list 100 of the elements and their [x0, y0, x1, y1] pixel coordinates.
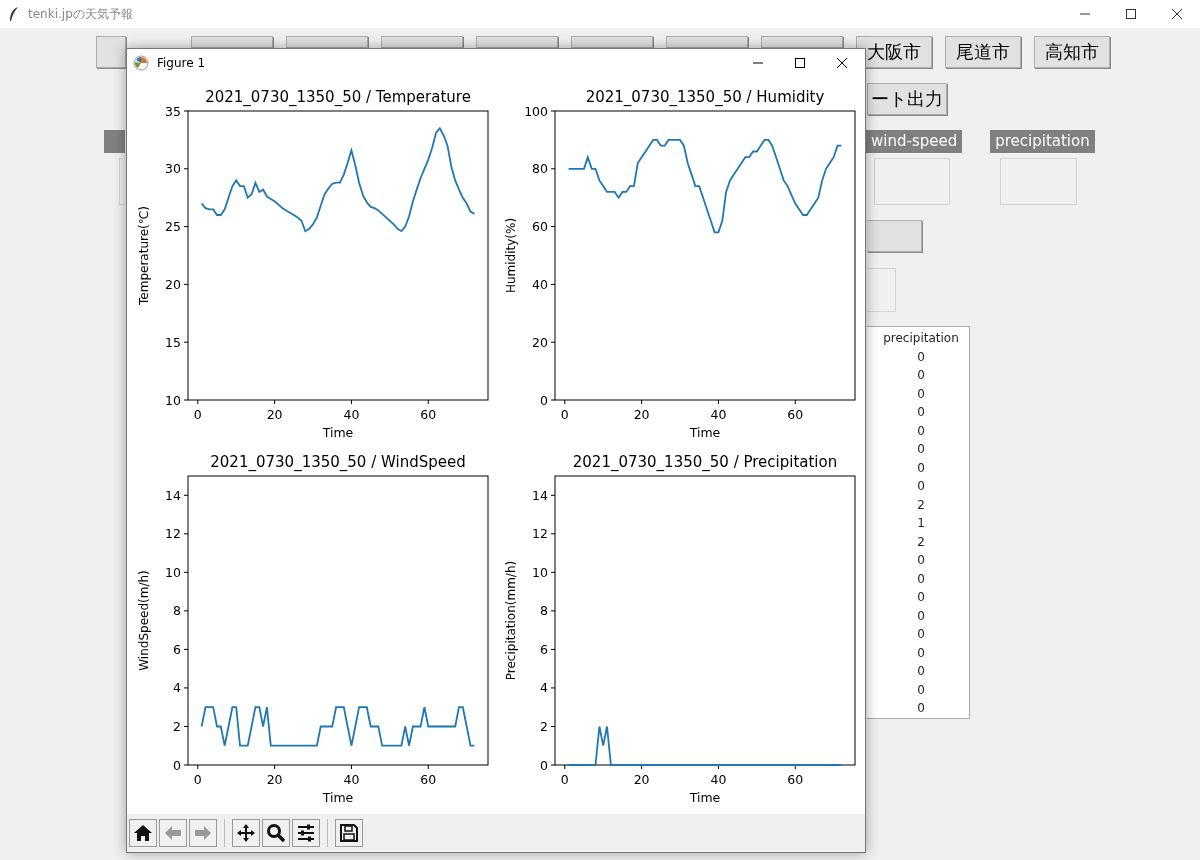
table-cell-text: 0	[916, 552, 926, 569]
save-button[interactable]	[335, 819, 363, 847]
input-field[interactable]	[119, 158, 125, 205]
tick-label: 0	[540, 757, 548, 773]
input-field[interactable]	[1000, 158, 1077, 205]
axis-label: WindSpeed(m/h)	[137, 570, 151, 671]
tick-label: 40	[343, 772, 360, 787]
table-cell-text: 0	[916, 404, 926, 421]
table-cell-text: 0	[916, 700, 926, 717]
tick-label: 15	[165, 334, 181, 350]
tick-label: 40	[710, 772, 727, 787]
city-button[interactable]: 高知市	[1034, 36, 1110, 68]
table-cell-text: 0	[916, 589, 926, 606]
pan-button[interactable]	[232, 819, 260, 847]
tick-label: 10	[165, 392, 181, 408]
feather-icon	[8, 6, 20, 22]
tick-label: 0	[193, 772, 202, 787]
table-cell-text: 0	[916, 385, 926, 403]
tick-label: 6	[173, 641, 181, 657]
tick-label: 0	[560, 772, 569, 787]
tick-label: 10	[532, 564, 548, 580]
search-icon	[266, 823, 286, 843]
axis-label: Time	[322, 425, 354, 440]
tick-label: 30	[165, 161, 181, 177]
maximize-icon[interactable]	[795, 57, 805, 68]
button[interactable]	[381, 36, 463, 48]
tick-label: 12	[165, 526, 181, 542]
move-icon	[236, 823, 256, 843]
tick-label: 0	[560, 407, 569, 422]
table-cell-text: 0	[916, 607, 926, 625]
button[interactable]	[761, 36, 843, 48]
field-label: wind-speed	[866, 130, 963, 153]
home-button[interactable]	[129, 819, 157, 847]
tick-label: 80	[532, 161, 548, 177]
tick-label: 100	[524, 103, 548, 119]
zoom-button[interactable]	[262, 819, 290, 847]
tick-label: 40	[710, 407, 727, 422]
tick-label: 8	[540, 603, 548, 619]
table-cell-text: 2	[916, 533, 926, 551]
close-icon[interactable]	[1172, 9, 1182, 19]
table-cell-text: 0	[916, 626, 926, 643]
home-icon	[133, 823, 153, 843]
tick-label: 8	[173, 603, 181, 619]
table-cell-text: 0	[916, 459, 926, 477]
tick-label: 14	[165, 487, 181, 503]
button[interactable]	[286, 36, 368, 48]
city-button[interactable]: 大阪市	[856, 36, 932, 68]
window-title: Figure 1	[157, 54, 206, 72]
table-cell-text: 0	[916, 663, 926, 680]
table-cell-text: 0	[916, 367, 926, 384]
figure-icon	[133, 54, 149, 71]
table-cell-text: 0	[916, 348, 926, 366]
tick-label: 40	[532, 276, 548, 292]
configure-button[interactable]	[292, 819, 320, 847]
tick-label: 20	[532, 334, 548, 350]
input-field[interactable]	[867, 268, 896, 312]
table-cell-text: 0	[916, 422, 926, 440]
close-icon[interactable]	[837, 57, 847, 68]
chart-title: 2021_0730_1350_50 / Temperature	[205, 88, 471, 106]
tick-label: 60	[420, 407, 437, 422]
tick-label: 20	[633, 772, 650, 787]
axis-label: Time	[322, 790, 354, 805]
table-cell-text: 1	[916, 515, 926, 532]
axis-label: Temperature(℃)	[137, 206, 151, 305]
city-button[interactable]: 尾道市	[945, 36, 1021, 68]
column-header: precipitation	[882, 330, 960, 347]
tick-label: 2	[173, 718, 181, 734]
tick-label: 14	[532, 487, 548, 503]
tick-label: 35	[165, 103, 181, 119]
sliders-icon	[296, 823, 316, 843]
tick-label: 60	[787, 772, 804, 787]
tick-label: 20	[165, 276, 181, 292]
right-arrow-icon	[193, 823, 213, 843]
button[interactable]	[96, 36, 126, 68]
tick-label: 60	[787, 407, 804, 422]
chart-title: 2021_0730_1350_50 / Humidity	[585, 88, 825, 106]
axis-label: Humidity(%)	[504, 217, 518, 294]
table-cell-text: 2	[916, 496, 926, 514]
tick-label: 20	[266, 772, 283, 787]
tick-label: 60	[532, 219, 548, 235]
table-cell-text: 0	[916, 681, 926, 699]
window-title: tenki.jpの天気予報	[28, 6, 133, 23]
table-cell-text: 0	[916, 478, 926, 495]
button[interactable]	[571, 36, 653, 48]
button[interactable]	[191, 36, 273, 48]
axis-label: Time	[689, 425, 721, 440]
button[interactable]	[867, 220, 922, 252]
axis-label: Precipitation(mm/h)	[504, 560, 518, 681]
button[interactable]	[476, 36, 558, 48]
maximize-icon[interactable]	[1126, 9, 1136, 19]
tick-label: 6	[540, 641, 548, 657]
tick-label: 0	[173, 757, 181, 773]
table-cell-text: 0	[916, 570, 926, 588]
tick-label: 25	[165, 219, 181, 235]
input-field[interactable]	[874, 158, 950, 205]
tick-label: 20	[633, 407, 650, 422]
tick-label: 12	[532, 526, 548, 542]
export-button[interactable]: ート出力	[867, 83, 947, 115]
table-cell-text: 0	[916, 644, 926, 662]
button[interactable]	[666, 36, 748, 48]
